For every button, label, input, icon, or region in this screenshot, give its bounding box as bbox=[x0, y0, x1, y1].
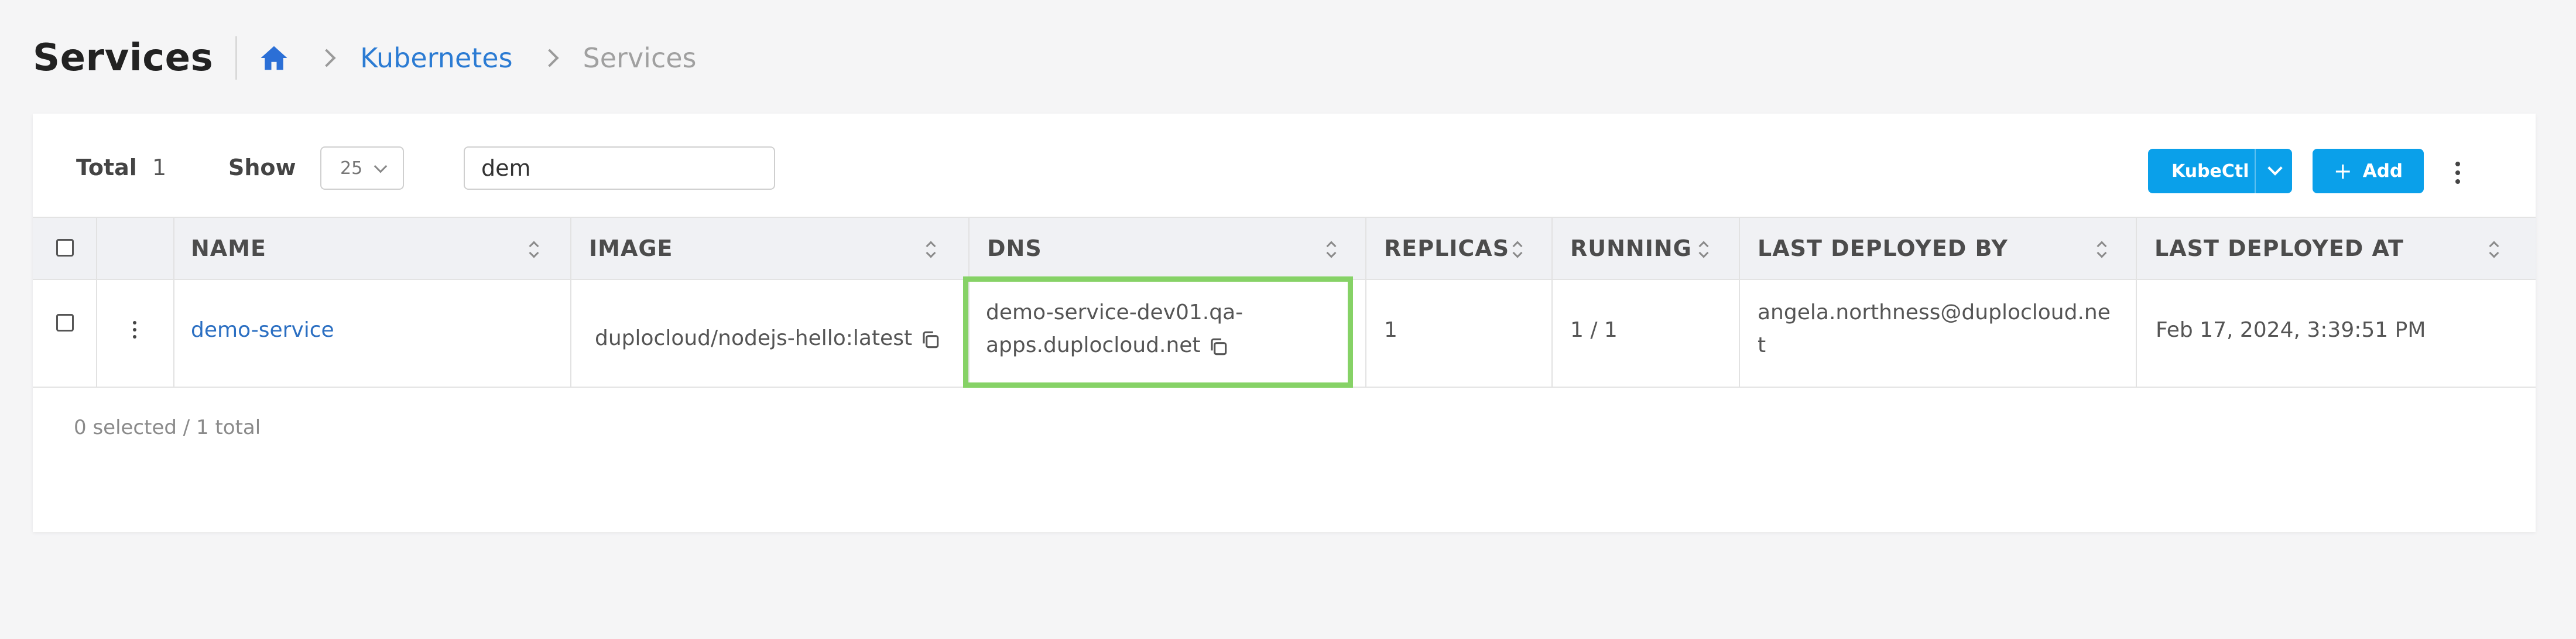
column-header-running[interactable]: RUNNING bbox=[1570, 218, 1692, 279]
total-label: Total bbox=[76, 155, 137, 180]
show-label: Show bbox=[228, 155, 296, 180]
page-size-select[interactable]: 25 bbox=[320, 146, 404, 190]
column-header-replicas[interactable]: REPLICAS bbox=[1384, 218, 1509, 279]
add-button[interactable]: + Add bbox=[2313, 149, 2424, 193]
page-title: Services bbox=[33, 36, 214, 80]
row-actions-icon[interactable] bbox=[132, 321, 137, 339]
selection-status: 0 selected / 1 total bbox=[74, 416, 261, 439]
plus-icon: + bbox=[2333, 158, 2352, 184]
deployed-by-line-1: angela.northness@duplocloud.ne bbox=[1758, 300, 2111, 324]
table-row[interactable]: demo-service duplocloud/nodejs-hello:lat… bbox=[33, 280, 2536, 388]
dns-value-line-1: demo-service-dev01.qa- bbox=[986, 300, 1244, 324]
dns-cell: demo-service-dev01.qa- apps.duplocloud.n… bbox=[986, 296, 1243, 362]
chevron-down-icon bbox=[374, 159, 388, 173]
sort-icon[interactable] bbox=[2489, 241, 2499, 258]
services-card: Total 1 Show 25 KubeCtl + Add NAME bbox=[33, 114, 2536, 532]
column-header-name[interactable]: NAME bbox=[191, 218, 266, 279]
chevron-right-icon bbox=[540, 49, 559, 67]
table-header-row: NAME IMAGE DNS REPLICAS RUNNING LAST DEP… bbox=[33, 217, 2536, 280]
deployed-by-cell: angela.northness@duplocloud.ne t bbox=[1758, 296, 2111, 362]
image-cell: duplocloud/nodejs-hello:latest bbox=[595, 322, 941, 355]
copy-icon[interactable] bbox=[1207, 335, 1229, 357]
services-table: NAME IMAGE DNS REPLICAS RUNNING LAST DEP… bbox=[33, 217, 2536, 388]
row-checkbox[interactable] bbox=[56, 314, 74, 332]
column-header-dns[interactable]: DNS bbox=[987, 218, 1042, 279]
replicas-value: 1 bbox=[1384, 318, 1397, 342]
deployed-by-line-2: t bbox=[1758, 333, 1766, 357]
chevron-right-icon bbox=[317, 49, 336, 67]
header-divider bbox=[235, 36, 238, 80]
home-icon[interactable] bbox=[258, 42, 290, 74]
breadcrumb-services: Services bbox=[583, 42, 697, 74]
sort-icon[interactable] bbox=[1699, 241, 1708, 258]
deployed-at-value: Feb 17, 2024, 3:39:51 PM bbox=[2156, 318, 2426, 342]
sort-icon[interactable] bbox=[926, 241, 936, 258]
total-count: 1 bbox=[152, 155, 167, 180]
add-button-label: Add bbox=[2362, 160, 2403, 182]
image-value: duplocloud/nodejs-hello:latest bbox=[595, 326, 913, 350]
sort-icon[interactable] bbox=[2097, 241, 2106, 258]
column-header-last-deployed-at[interactable]: LAST DEPLOYED AT bbox=[2154, 218, 2404, 279]
column-header-last-deployed-by[interactable]: LAST DEPLOYED BY bbox=[1758, 218, 2008, 279]
chevron-down-icon[interactable] bbox=[2267, 160, 2283, 176]
sort-icon[interactable] bbox=[1327, 241, 1336, 258]
running-value: 1 / 1 bbox=[1570, 318, 1618, 342]
copy-icon[interactable] bbox=[919, 328, 941, 350]
button-divider bbox=[2255, 149, 2256, 193]
more-options-icon[interactable] bbox=[2455, 162, 2460, 184]
table-toolbar: Total 1 Show 25 KubeCtl + Add bbox=[33, 114, 2536, 217]
service-name-link[interactable]: demo-service bbox=[191, 314, 334, 347]
column-header-image[interactable]: IMAGE bbox=[589, 218, 673, 279]
breadcrumb-kubernetes[interactable]: Kubernetes bbox=[360, 42, 512, 74]
kubectl-button-label: KubeCtl bbox=[2171, 160, 2249, 182]
breadcrumb: Kubernetes Services bbox=[258, 42, 697, 74]
sort-icon[interactable] bbox=[529, 241, 539, 258]
search-input[interactable] bbox=[464, 146, 775, 190]
sort-icon[interactable] bbox=[1513, 241, 1522, 258]
page-size-value: 25 bbox=[340, 158, 363, 179]
dns-value-line-2: apps.duplocloud.net bbox=[986, 333, 1201, 357]
select-all-checkbox[interactable] bbox=[56, 239, 74, 257]
page-header: Services Kubernetes Services bbox=[33, 33, 697, 83]
kubectl-button[interactable]: KubeCtl bbox=[2148, 149, 2292, 193]
